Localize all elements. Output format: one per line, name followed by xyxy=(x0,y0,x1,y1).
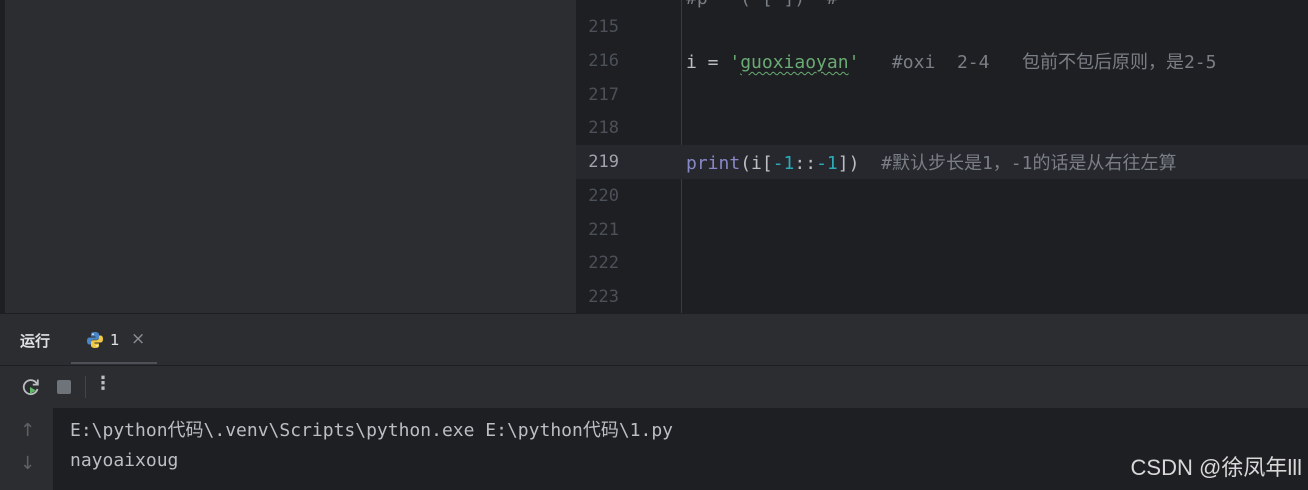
token-number: -1 xyxy=(772,153,795,174)
line-number: 216 xyxy=(588,51,619,71)
token-string: guoxiaoyan xyxy=(740,52,849,73)
code-line-218[interactable]: 218 xyxy=(576,111,1308,145)
watermark: CSDN @徐凤年lll xyxy=(1130,455,1302,480)
code-line-223[interactable]: 223 xyxy=(576,280,1308,313)
run-tab-1[interactable]: 1 × xyxy=(71,322,157,364)
token-builtin: print xyxy=(686,153,741,174)
line-number: 220 xyxy=(588,186,619,206)
token-var: i xyxy=(686,52,697,73)
console-output-command: E:\python代码\.venv\Scripts\python.exe E:\… xyxy=(70,420,674,441)
code-line-216[interactable]: 216 i = 'guoxiaoyan' #oxi 2-4 包前不包后原则，是2… xyxy=(576,44,1308,78)
code-editor[interactable]: #p ( [ ]) # 215 216 i = 'guoxiaoyan' #ox… xyxy=(576,0,1308,313)
run-tool-window-header: 运行 1 × xyxy=(0,313,1308,365)
code-line-215[interactable]: 215 xyxy=(576,10,1308,44)
arrow-down-icon[interactable]: ↓ xyxy=(20,453,35,474)
line-number: 222 xyxy=(588,253,619,273)
project-panel xyxy=(0,0,576,313)
code-line-221[interactable]: 221 xyxy=(576,213,1308,247)
token-punct: (i[ xyxy=(740,153,773,174)
arrow-up-icon[interactable]: ↑ xyxy=(20,420,35,441)
run-panel-title: 运行 xyxy=(20,332,51,350)
close-icon[interactable]: × xyxy=(131,329,145,349)
line-number: 217 xyxy=(588,85,619,105)
line-number: 223 xyxy=(588,287,619,307)
toolbar-separator xyxy=(85,376,86,398)
code-line-214-partial: #p ( [ ]) # xyxy=(686,0,859,9)
rerun-icon[interactable] xyxy=(20,376,42,398)
line-number: 219 xyxy=(588,152,619,172)
code-text: i = 'guoxiaoyan' #oxi 2-4 包前不包后原则，是2-5 xyxy=(686,48,1217,74)
console-output-result: nayoaixoug xyxy=(70,450,179,471)
token-eq: = xyxy=(696,52,730,73)
code-line-222[interactable]: 222 xyxy=(576,246,1308,280)
console-gutter: ↑ ↓ xyxy=(0,408,53,490)
token-punct: ]) xyxy=(837,153,860,174)
token-quote-close: ' xyxy=(848,52,860,73)
token-number: -1 xyxy=(816,153,838,174)
code-text: print(i[-1::-1]) #默认步长是1，-1的话是从右往左算 xyxy=(686,149,1176,175)
run-toolbar: ⋮ xyxy=(0,365,1308,408)
run-tab-label: 1 xyxy=(110,331,120,349)
stop-icon[interactable] xyxy=(53,376,75,398)
line-number: 221 xyxy=(588,220,619,240)
more-options-icon[interactable]: ⋮ xyxy=(94,373,112,394)
line-number: 218 xyxy=(588,118,619,138)
code-line-217[interactable]: 217 xyxy=(576,78,1308,112)
token-quote-open: ' xyxy=(729,52,741,73)
token-punct: :: xyxy=(794,153,817,174)
code-line-220[interactable]: 220 xyxy=(576,179,1308,213)
python-icon xyxy=(87,332,103,348)
token-comment: #oxi 2-4 包前不包后原则，是2-5 xyxy=(859,52,1217,73)
code-line-219[interactable]: 219 print(i[-1::-1]) #默认步长是1，-1的话是从右往左算 xyxy=(576,145,1308,179)
token-comment: #默认步长是1，-1的话是从右往左算 xyxy=(859,153,1177,174)
ide-window: #p ( [ ]) # 215 216 i = 'guoxiaoyan' #ox… xyxy=(0,0,1308,490)
run-console[interactable]: ↑ ↓ E:\python代码\.venv\Scripts\python.exe… xyxy=(0,408,1308,490)
line-number: 215 xyxy=(588,17,619,37)
